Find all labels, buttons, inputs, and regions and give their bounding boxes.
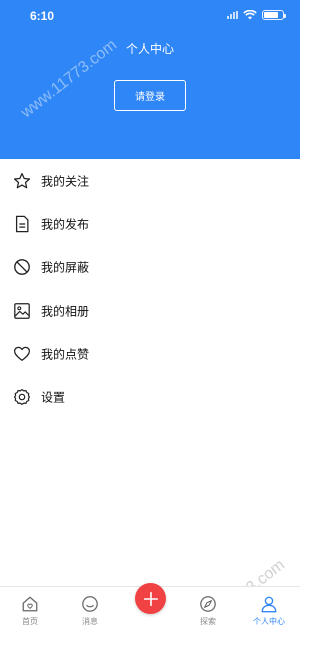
gear-icon [13,389,31,406]
heart-icon [13,346,31,361]
menu-label-settings: 设置 [41,390,66,405]
image-icon [14,302,30,319]
tab-label-home: 首页 [22,617,38,626]
tab-messages[interactable]: 消息 [70,595,110,627]
menu-item-settings[interactable]: 设置 [0,375,300,418]
block-icon [14,259,30,276]
status-bar: 6:10 [0,0,300,32]
wifi-icon [243,10,257,20]
plus-icon [143,591,158,606]
star-icon [13,172,31,189]
battery-fill [264,12,278,18]
profile-header: 6:10 个人中心 请登录 www.11773.com [0,0,300,159]
tab-profile[interactable]: 个人中心 [249,595,289,627]
status-icons [227,10,286,20]
tab-explore[interactable]: 探索 [188,595,228,627]
status-time: 6:10 [30,9,55,23]
publish-button[interactable] [135,583,166,614]
message-icon [82,596,98,612]
menu-item-likes[interactable]: 我的点赞 [0,332,300,375]
menu-item-album[interactable]: 我的相册 [0,289,300,332]
login-button[interactable]: 请登录 [114,80,186,111]
menu-item-follows[interactable]: 我的关注 [0,159,300,202]
page-title: 个人中心 [125,42,174,56]
tab-label-explore: 探索 [200,617,216,626]
tab-label-profile: 个人中心 [253,617,285,626]
tab-home[interactable]: 首页 [10,595,50,627]
battery-icon [262,10,286,20]
person-icon [261,596,277,613]
menu-item-blocked[interactable]: 我的屏蔽 [0,246,300,289]
menu-label-blocked: 我的屏蔽 [41,260,90,275]
menu-label-posts: 我的发布 [41,217,90,232]
tab-label-messages: 消息 [82,617,98,626]
menu-label-likes: 我的点赞 [41,347,90,362]
compass-icon [200,596,216,612]
signal-icon [227,11,238,19]
home-icon [22,596,38,612]
menu-label-album: 我的相册 [41,304,90,319]
profile-menu: 我的关注 我的发布 我的屏蔽 我的相册 我的点赞 设置 [0,159,300,419]
document-icon [15,215,29,233]
menu-item-posts[interactable]: 我的发布 [0,202,300,245]
menu-label-follows: 我的关注 [41,174,90,189]
